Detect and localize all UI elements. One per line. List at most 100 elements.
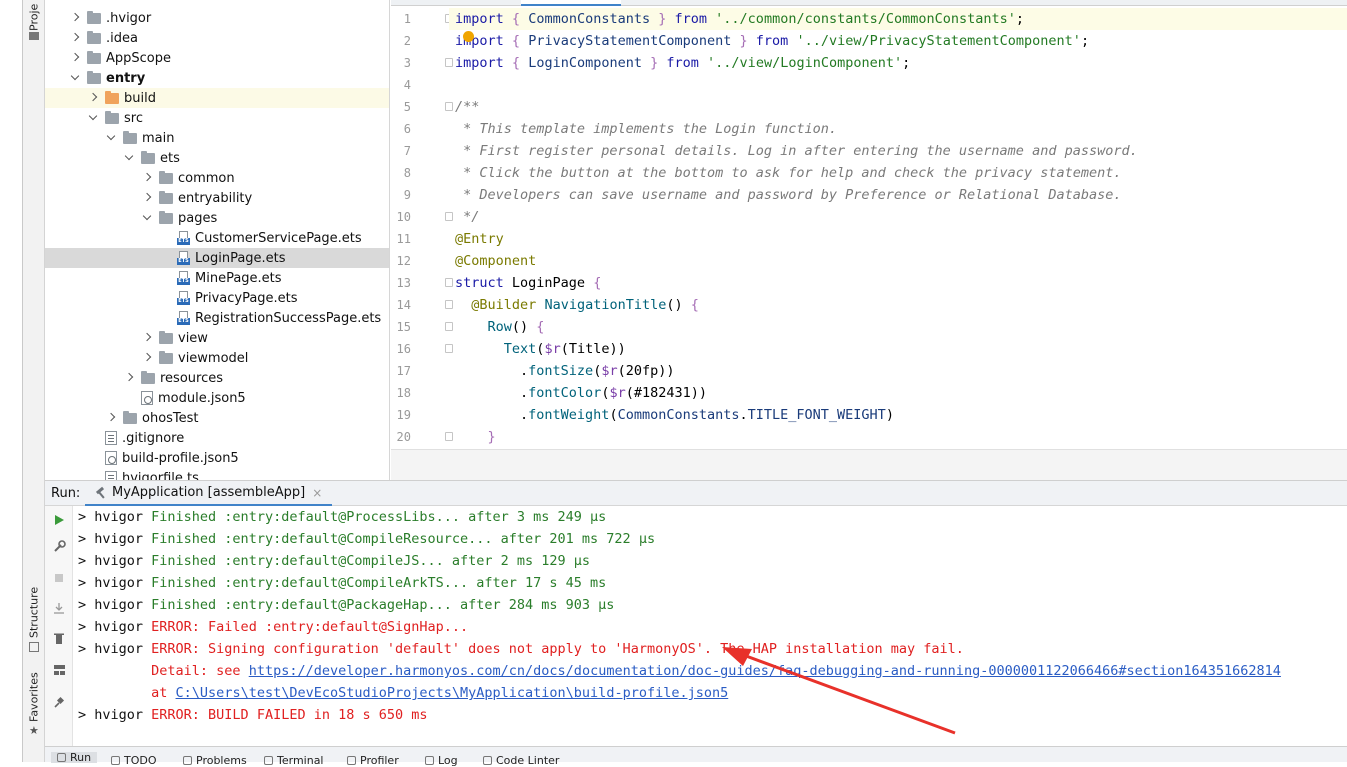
rerun-button[interactable] [51,512,67,528]
bottom-tab-log[interactable]: Log [425,754,458,767]
tree-item-label: ets [160,150,180,166]
editor-tab-strip [391,0,1347,6]
bottom-tab-code-linter[interactable]: Code Linter [483,754,559,767]
code-line: @Entry [455,228,504,250]
code-line: import { PrivacyStatementComponent } fro… [455,30,1089,52]
tree-item[interactable]: common [45,168,389,188]
tree-item[interactable]: build-profile.json5 [45,448,389,468]
tree-item[interactable]: resources [45,368,389,388]
fold-marker-icon[interactable] [445,212,453,221]
chevron-down-icon[interactable] [142,213,152,223]
settings-button[interactable] [51,538,67,554]
editor-tab-active[interactable] [521,0,621,6]
run-config-tab[interactable]: MyApplication [assembleApp] × [85,481,333,506]
chevron-right-icon[interactable] [70,13,80,23]
console-link[interactable]: C:\Users\test\DevEcoStudioProjects\MyApp… [176,685,729,701]
code-token: * First register personal details. Log i… [455,143,1138,159]
bottom-tab-label: TODO [124,754,157,767]
tree-item[interactable]: AppScope [45,48,389,68]
tree-item[interactable]: viewmodel [45,348,389,368]
code-line: } [455,426,496,448]
fold-marker-icon[interactable] [445,58,453,67]
tree-item-label: .gitignore [122,430,185,446]
tree-item[interactable]: entryability [45,188,389,208]
tree-item[interactable]: ETS MinePage.ets [45,268,389,288]
tree-item[interactable]: ets [45,148,389,168]
ets-file-icon: ETS [177,251,190,265]
project-tool-tab[interactable]: Proje [23,0,45,34]
bottom-tab-profiler[interactable]: Profiler [347,754,399,767]
chevron-right-icon[interactable] [70,53,80,63]
tree-item[interactable]: view [45,328,389,348]
tree-item[interactable]: main [45,128,389,148]
code-token: ; [1080,33,1090,49]
favorites-tool-tab[interactable]: Favorites [23,670,45,724]
fold-marker-icon[interactable] [445,300,453,309]
pin-button[interactable] [51,694,67,710]
tree-item[interactable]: .hvigor [45,8,389,28]
fold-marker-icon[interactable] [445,432,453,441]
chevron-right-icon[interactable] [70,33,80,43]
line-number: 1 [403,12,411,26]
code-token: * Developers can save username and passw… [455,187,1122,203]
chevron-right-icon[interactable] [142,193,152,203]
run-console[interactable]: > hvigor Finished :entry:default@Process… [74,506,1347,746]
chevron-right-icon[interactable] [142,353,152,363]
close-icon[interactable]: × [312,486,322,500]
fold-marker-icon[interactable] [445,322,453,331]
chevron-right-icon[interactable] [142,333,152,343]
fold-marker-icon[interactable] [445,278,453,287]
chevron-right-icon[interactable] [106,413,116,423]
chevron-right-icon[interactable] [142,173,152,183]
tree-item[interactable]: entry [45,68,389,88]
lightbulb-icon[interactable] [463,31,474,42]
console-line: at C:\Users\test\DevEcoStudioProjects\My… [78,682,728,704]
line-number: 4 [403,78,411,92]
console-text: > hvigor [78,575,152,591]
fold-marker-icon[interactable] [445,102,453,111]
tree-item[interactable]: ohosTest [45,408,389,428]
tree-item[interactable]: ETS CustomerServicePage.ets [45,228,389,248]
line-number: 15 [396,320,411,334]
code-token: { [536,319,545,335]
chevron-right-icon[interactable] [88,93,98,103]
console-line: > hvigor Finished :entry:default@Process… [78,506,606,528]
tree-item[interactable]: module.json5 [45,388,389,408]
structure-tool-tab[interactable]: Structure [23,584,45,640]
tree-item[interactable]: ETS RegistrationSuccessPage.ets [45,308,389,328]
bottom-tab-run[interactable]: Run [51,751,98,764]
scroll-to-end-button[interactable] [51,600,67,616]
tree-item[interactable]: .idea [45,28,389,48]
tree-item[interactable]: hvigorfile.ts [45,468,389,480]
chevron-down-icon[interactable] [106,133,116,143]
code-token: from [674,11,708,27]
tree-item[interactable]: build [45,88,389,108]
chevron-down-icon[interactable] [70,73,80,83]
layout-button[interactable] [51,662,67,678]
tree-item[interactable]: ETS PrivacyPage.ets [45,288,389,308]
chevron-right-icon[interactable] [124,373,134,383]
tree-item[interactable]: src [45,108,389,128]
code-token: (#182431)) [625,385,707,401]
stop-button[interactable] [51,570,67,586]
code-editor[interactable]: 1 2 3 4 5 6 7 8 9 10 11 12 13 14 15 16 17 18 19 20 import {… [391,0,1347,480]
chevron-down-icon[interactable] [124,153,134,163]
clear-button[interactable] [51,630,67,646]
console-link[interactable]: https://developer.harmonyos.com/cn/docs/… [249,663,1281,679]
console-text: > hvigor [78,553,152,569]
bottom-tab-problems[interactable]: Problems [183,754,247,767]
bottom-tab-terminal[interactable]: Terminal [264,754,324,767]
tree-item[interactable]: pages [45,208,389,228]
console-text: at [151,685,176,701]
bottom-tab-todo[interactable]: TODO [111,754,157,767]
chevron-down-icon[interactable] [88,113,98,123]
code-token: @Builder [471,297,537,313]
code-line: * First register personal details. Log i… [455,140,1138,162]
tree-item[interactable]: .gitignore [45,428,389,448]
code-line: Row() { [455,316,545,338]
fold-marker-icon[interactable] [445,344,453,353]
tree-item[interactable]: ETS LoginPage.ets [45,248,389,268]
